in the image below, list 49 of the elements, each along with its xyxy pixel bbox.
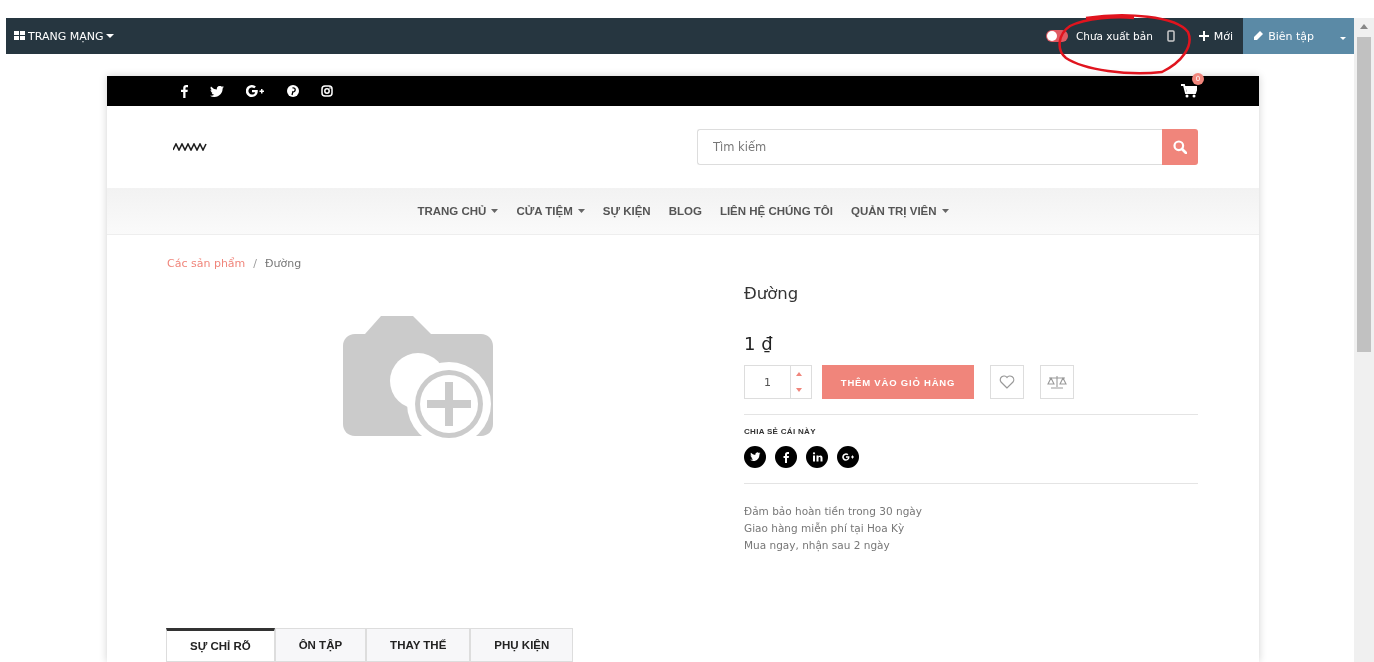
nav-link[interactable]: SỰ KIỆN bbox=[602, 205, 651, 217]
breadcrumb-separator: / bbox=[253, 257, 258, 270]
website-menu-button[interactable]: TRANG MẠNG bbox=[6, 18, 123, 54]
new-button[interactable]: Mới bbox=[1188, 18, 1244, 54]
caret-icon bbox=[941, 209, 949, 213]
google-plus-icon[interactable] bbox=[246, 85, 265, 97]
scrollbar[interactable] bbox=[1354, 18, 1374, 662]
search-field[interactable]: Tìm kiếm bbox=[697, 129, 1162, 165]
product-tab[interactable]: PHỤ KIỆN bbox=[470, 628, 574, 662]
caret-icon bbox=[577, 209, 585, 213]
nav-link[interactable]: LIÊN HỆ CHÚNG TÔI bbox=[719, 205, 833, 217]
twitter-icon[interactable] bbox=[210, 85, 224, 97]
benefit-text: Giao hàng miễn phí tại Hoa Kỳ bbox=[744, 521, 906, 536]
caret-icon bbox=[491, 209, 499, 213]
product-tab[interactable]: SỰ CHỈ RÕ bbox=[166, 628, 275, 662]
product-tab[interactable]: THAY THẾ bbox=[366, 628, 471, 662]
scrollbar-thumb[interactable] bbox=[1357, 37, 1371, 352]
instagram-icon[interactable] bbox=[321, 85, 333, 97]
pinterest-icon[interactable] bbox=[287, 85, 299, 97]
search-icon bbox=[1173, 140, 1187, 154]
product-price: 1 ₫ bbox=[744, 333, 774, 354]
facebook-icon[interactable] bbox=[181, 84, 188, 98]
benefit-text: Mua ngay, nhận sau 2 ngày bbox=[744, 538, 891, 554]
publish-status-label: Chưa xuất bản bbox=[1075, 30, 1153, 42]
nav-link[interactable]: QUẢN TRỊ VIÊN bbox=[851, 205, 949, 217]
heart-icon bbox=[999, 375, 1015, 389]
linkedin-share-icon[interactable] bbox=[806, 446, 828, 468]
facebook-share-icon[interactable] bbox=[775, 446, 797, 468]
caret-icon bbox=[106, 33, 115, 39]
twitter-share-icon[interactable] bbox=[744, 446, 766, 468]
edit-button[interactable]: Biên tập bbox=[1243, 18, 1326, 54]
caret-icon bbox=[1340, 36, 1346, 41]
logo-drawing[interactable] bbox=[173, 143, 209, 151]
mobile-preview-icon[interactable] bbox=[1166, 30, 1175, 42]
benefit-text: Đảm bảo hoàn tiền trong 30 ngày bbox=[744, 504, 923, 519]
scroll-up-arrow-icon[interactable] bbox=[1360, 24, 1368, 29]
pencil-icon bbox=[1253, 31, 1264, 41]
scale-icon bbox=[1047, 375, 1067, 389]
nav-link[interactable]: BLOG bbox=[668, 205, 702, 217]
grid-icon bbox=[14, 31, 25, 41]
nav-link[interactable]: CỬA TIỆM bbox=[516, 205, 585, 217]
plus-icon bbox=[1198, 31, 1209, 41]
cart-icon[interactable] bbox=[1181, 84, 1197, 98]
nav-link[interactable]: TRANG CHỦ bbox=[417, 205, 499, 217]
product-name: Đường bbox=[744, 284, 800, 303]
google-plus-share-icon[interactable] bbox=[837, 446, 859, 468]
product-tab[interactable]: ÔN TẬP bbox=[274, 628, 367, 662]
share-heading: CHIA SẺ CÁI NÀY bbox=[744, 427, 817, 436]
breadcrumb-current: Đường bbox=[265, 257, 302, 270]
